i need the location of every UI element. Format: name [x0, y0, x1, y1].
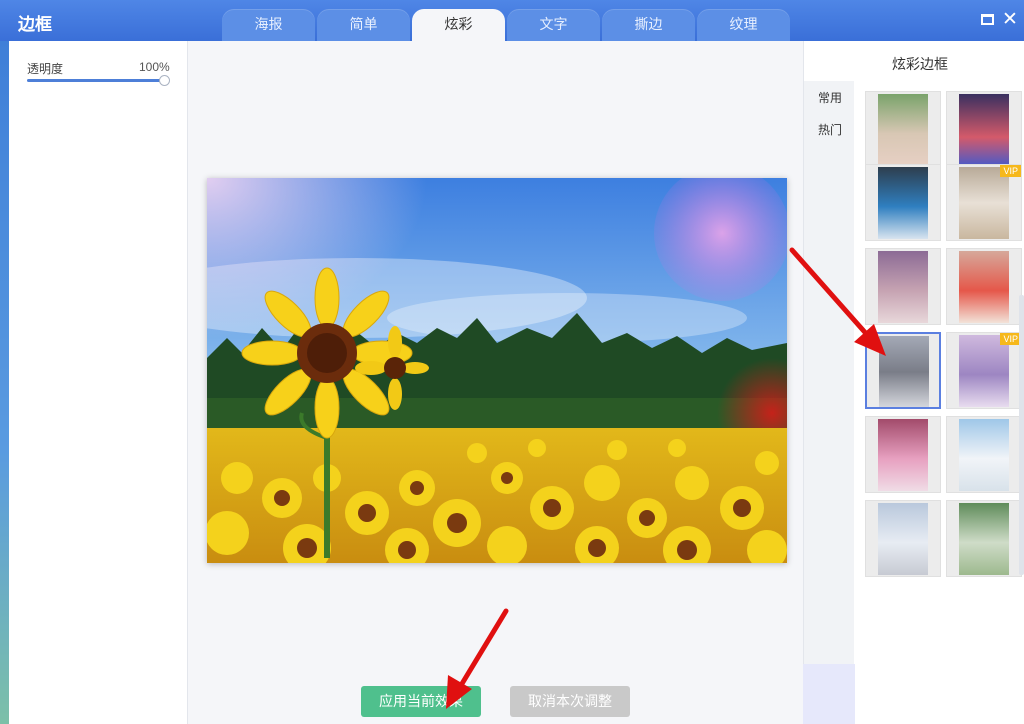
frame-thumbnail[interactable]: VIP — [946, 164, 1022, 241]
category-list: 常用 热门 — [804, 81, 854, 724]
frame-thumbnail[interactable] — [865, 91, 941, 168]
frame-thumbnail[interactable] — [865, 416, 941, 493]
tab-texture[interactable]: 纹理 — [697, 9, 790, 41]
opacity-slider-thumb[interactable] — [159, 75, 170, 86]
corner-overlay — [803, 664, 855, 724]
maximize-icon[interactable] — [978, 11, 996, 29]
tab-simple[interactable]: 简单 — [317, 9, 410, 41]
opacity-value: 100% — [139, 60, 170, 74]
apply-effect-button[interactable]: 应用当前效果 — [361, 686, 481, 717]
tab-torn-edge[interactable]: 撕边 — [602, 9, 695, 41]
frame-thumbnail[interactable] — [946, 91, 1022, 168]
frame-list-scrollbar[interactable] — [1019, 295, 1024, 575]
opacity-slider-track[interactable] — [27, 79, 165, 82]
cancel-adjust-button[interactable]: 取消本次调整 — [510, 686, 630, 717]
settings-panel: 透明度 100% — [9, 41, 188, 724]
vip-badge: VIP — [1000, 165, 1021, 177]
tab-colorful[interactable]: 炫彩 — [412, 9, 505, 41]
tab-bar: 海报 简单 炫彩 文字 撕边 纹理 — [222, 9, 790, 41]
frame-panel-title: 炫彩边框 — [892, 56, 948, 72]
opacity-label: 透明度 — [27, 62, 64, 76]
tab-poster[interactable]: 海报 — [222, 9, 315, 41]
frame-thumbnail[interactable] — [946, 500, 1022, 577]
title-bar: 边框 海报 简单 炫彩 文字 撕边 纹理 ✕ — [0, 0, 1024, 41]
desktop-edge — [0, 41, 9, 724]
category-hot[interactable]: 热门 — [818, 121, 842, 138]
close-icon[interactable]: ✕ — [1001, 10, 1019, 29]
vip-badge: VIP — [1000, 333, 1021, 345]
frame-thumbnail[interactable] — [865, 500, 941, 577]
photo-preview — [207, 178, 787, 563]
window-title: 边框 — [18, 15, 52, 34]
frame-thumbnail[interactable] — [865, 248, 941, 325]
tab-text[interactable]: 文字 — [507, 9, 600, 41]
frame-thumbnail-selected[interactable] — [865, 332, 941, 409]
category-common[interactable]: 常用 — [818, 89, 842, 106]
frame-thumbnail[interactable]: VIP — [946, 332, 1022, 409]
frame-thumbnail[interactable] — [946, 416, 1022, 493]
frame-thumbnail[interactable] — [865, 164, 941, 241]
frame-thumbnail[interactable] — [946, 248, 1022, 325]
preview-area: 应用当前效果 取消本次调整 — [188, 41, 803, 724]
sunflower-photo — [207, 178, 787, 563]
